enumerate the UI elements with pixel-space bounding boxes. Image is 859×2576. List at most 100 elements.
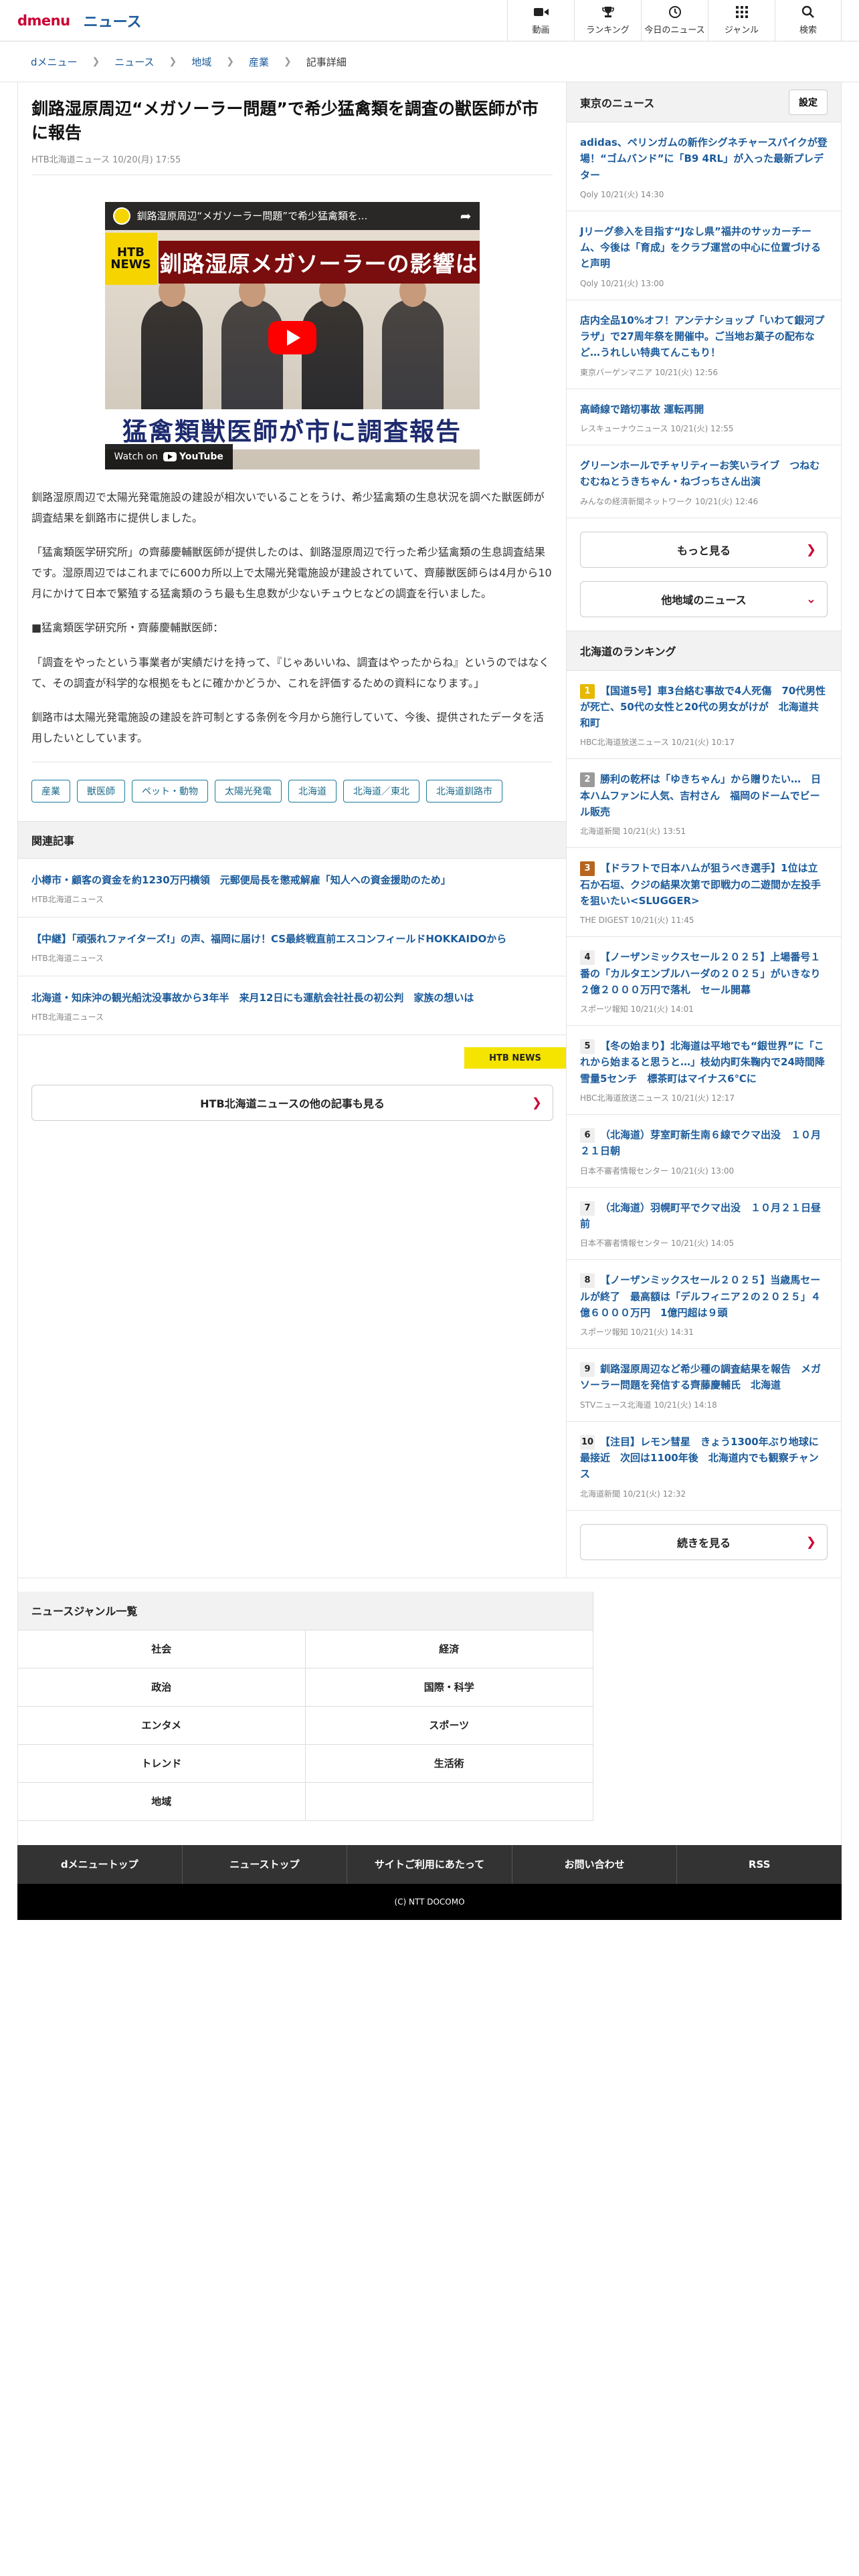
tag[interactable]: 北海道	[288, 780, 337, 803]
footer-news-top[interactable]: ニューストップ	[183, 1844, 348, 1884]
ranking-item-source: 日本不審者情報センター 10/21(火) 14:05	[580, 1239, 735, 1249]
more-tokyo-news-button[interactable]: もっと見る ❯	[580, 531, 828, 568]
genre-link-sports[interactable]: スポーツ	[305, 1707, 593, 1745]
ranking-item[interactable]: 2 勝利の乾杯は「ゆきちゃん」から贈りたい… 日本ハムファンに人気、吉村さん 福岡…	[567, 759, 841, 849]
watch-on-youtube[interactable]: Watch on YouTube	[104, 443, 233, 469]
side-news-title: 店内全品10%オフ！アンテナショップ「いわて銀河プラザ」で27周年祭を開催中。ご…	[580, 314, 825, 359]
tag[interactable]: 北海道／東北	[343, 780, 419, 803]
breadcrumb-current: 記事詳細	[306, 56, 347, 68]
genre-link-international[interactable]: 国際・科学	[305, 1669, 593, 1707]
genre-link-lifestyle[interactable]: 生活術	[305, 1745, 593, 1783]
breadcrumb-region[interactable]: 地域	[191, 55, 211, 69]
other-region-label: 他地域のニュース	[661, 593, 747, 607]
related-item[interactable]: 小樽市・顧客の資金を約1230万円横領 元郵便局長を懲戒解雇「知人への資金援助の…	[18, 859, 566, 918]
tag[interactable]: 太陽光発電	[215, 780, 282, 803]
share-icon[interactable]: ➦	[460, 208, 472, 224]
ranking-item[interactable]: 5 【冬の始まり】北海道は平地でも“銀世界”に「これから始まると思うと…」枝幼内町…	[567, 1026, 841, 1115]
nav-genre[interactable]: ジャンル	[708, 0, 775, 41]
breadcrumb-dmenu[interactable]: dメニュー	[31, 55, 78, 69]
breadcrumb-bar: dメニュー ❯ ニュース ❯ 地域 ❯ 産業 ❯ 記事詳細	[0, 41, 859, 82]
ranking-item[interactable]: 7 （北海道）羽幌町平でクマ出没 １０月２１日昼前 日本不審者情報センター 10/…	[567, 1188, 841, 1261]
genre-link-economy[interactable]: 経済	[305, 1630, 593, 1669]
rank-badge: 2	[580, 772, 595, 788]
ranking-item-source: STVニュース北海道 10/21(火) 14:18	[580, 1400, 717, 1410]
genre-section: ニュースジャンル一覧 社会 経済 政治 国際・科学 エンタメ スポーツ トレンド…	[17, 1577, 842, 1845]
tag[interactable]: 北海道釧路市	[426, 780, 502, 803]
trophy-icon	[601, 5, 615, 19]
video-title[interactable]: 釧路湿原周辺“メガソーラー問題”で希少猛禽類を...	[137, 209, 454, 223]
ranking-item-source: スポーツ報知 10/21(火) 14:31	[580, 1327, 694, 1337]
watch-on-label: Watch on	[114, 451, 158, 462]
ranking-item-title: 2 勝利の乾杯は「ゆきちゃん」から贈りたい… 日本ハムファンに人気、吉村さん 福岡…	[580, 771, 828, 820]
side-news-item[interactable]: グリーンホールでチャリティーお笑いライブ つねむむむねとうきちゃん・ねづっちさん…	[567, 445, 841, 518]
ranking-item[interactable]: 1 【国道5号】車3台絡む事故で4人死傷 70代男性が死亡、50代の女性と20代の…	[567, 671, 841, 760]
more-htb-articles-button[interactable]: HTB北海道ニュースの他の記事も見る ❯	[31, 1085, 553, 1121]
side-news-item[interactable]: Jリーグ参入を目指す“Jなし県”福井のサッカーチーム、今後は「育成」をクラブ運営…	[567, 211, 841, 300]
ranking-list: 1 【国道5号】車3台絡む事故で4人死傷 70代男性が死亡、50代の女性と20代の…	[567, 671, 841, 1511]
nav-ranking[interactable]: ランキング	[574, 0, 641, 41]
ranking-item[interactable]: 3 【ドラフトで日本ハムが狙うべき選手】1位は立石か石垣、クジの結果次第で即戦力の…	[567, 848, 841, 938]
related-title: 小樽市・顧客の資金を約1230万円横領 元郵便局長を懲戒解雇「知人への資金援助の…	[31, 874, 451, 887]
nav-today[interactable]: 今日のニュース	[641, 0, 708, 41]
other-region-news-button[interactable]: 他地域のニュース ⌄	[580, 580, 828, 617]
tag[interactable]: ペット・動物	[132, 780, 208, 803]
news-section-link[interactable]: ニュース	[84, 10, 142, 31]
article-paragraph: 「猛禽類医学研究所」の齊藤慶輔獣医師が提供したのは、釧路湿原周辺で行った希少猛禽…	[31, 545, 552, 601]
ranking-item-source: HBC北海道放送ニュース 10/21(火) 12:17	[580, 1093, 735, 1103]
genre-link-entertainment[interactable]: エンタメ	[18, 1706, 306, 1745]
ranking-item-source: THE DIGEST 10/21(火) 11:45	[580, 916, 694, 926]
youtube-label: YouTube	[179, 451, 223, 462]
footer-terms[interactable]: サイトご利用にあたって	[347, 1844, 512, 1884]
rank-badge: 6	[580, 1128, 595, 1144]
nav-search-label: 検索	[799, 25, 817, 35]
side-news-item[interactable]: 店内全品10%オフ！アンテナショップ「いわて銀河プラザ」で27周年祭を開催中。ご…	[567, 300, 841, 389]
ranking-item[interactable]: 4 【ノーザンミックスセール２０２５】上場番号１番の「カルタエンブルハーダの２０２…	[567, 937, 841, 1027]
copyright: (C) NTT DOCOMO	[17, 1883, 842, 1920]
footer-nav: dメニュートップ ニューストップ サイトご利用にあたって お問い合わせ RSS	[17, 1844, 842, 1884]
tokyo-news-title: 東京のニュース	[580, 96, 655, 110]
video-player[interactable]: 釧路湿原周辺“メガソーラー問題”で希少猛禽類を... ➦ HTB NEWS 釧路…	[104, 201, 480, 469]
side-news-item[interactable]: 高崎線で踏切事故 運転再開 レスキューナウニュース 10/21(火) 12:55	[567, 389, 841, 445]
genre-link-society[interactable]: 社会	[18, 1630, 306, 1669]
nav-search[interactable]: 検索	[775, 0, 842, 41]
footer-dmenu-top[interactable]: dメニュートップ	[17, 1844, 183, 1884]
play-button[interactable]	[268, 320, 316, 354]
related-item[interactable]: 【中継】「頑張れファイターズ!」の声、福岡に届け！CS最終戦直前エスコンフィール…	[18, 918, 566, 977]
tag[interactable]: 産業	[31, 780, 70, 803]
tag[interactable]: 獣医師	[77, 780, 125, 803]
ranking-item-text: 【注目】レモン彗星 きょう1300年ぶり地球に最接近 次回は1100年後 北海道…	[580, 1435, 819, 1481]
breadcrumb-news[interactable]: ニュース	[114, 55, 154, 69]
footer-rss[interactable]: RSS	[677, 1845, 842, 1884]
htb-news-logo: HTB NEWS	[464, 1047, 566, 1069]
ranking-item-title: 6 （北海道）芽室町新生南６線でクマ出没 １０月２１日朝	[580, 1127, 828, 1160]
ranking-item[interactable]: 9 釧路湿原周辺など希少種の調査結果を報告 メガソーラー問題を発信する齊藤慶輔氏 …	[567, 1349, 841, 1422]
side-news-source: レスキューナウニュース 10/21(火) 12:55	[580, 423, 734, 433]
ranking-item-text: （北海道）芽室町新生南６線でクマ出没 １０月２１日朝	[580, 1129, 822, 1158]
setting-button[interactable]: 設定	[789, 89, 828, 115]
related-item[interactable]: 北海道・知床沖の観光船沈没事故から3年半 来月12日にも運航会社社長の初公判 家…	[18, 976, 566, 1036]
genre-heading: ニュースジャンル一覧	[18, 1591, 593, 1630]
channel-avatar[interactable]	[112, 207, 130, 225]
side-news-item[interactable]: adidas、ペリンガムの新作シグネチャースパイクが登場！“ゴムバンド”に「B9…	[567, 122, 841, 211]
nav-video[interactable]: 動画	[507, 0, 574, 41]
person-figure	[381, 274, 444, 413]
article-meta: HTB北海道ニュース 10/20(月) 17:55	[31, 152, 553, 175]
footer-contact[interactable]: お問い合わせ	[512, 1844, 678, 1884]
more-ranking-button[interactable]: 続きを見る ❯	[580, 1523, 828, 1560]
rank-badge: 10	[580, 1434, 595, 1450]
article-paragraph: 「調査をやったという事業者が実績だけを持って、『じゃあいいね、調査はやったからね…	[31, 655, 550, 689]
genre-link-politics[interactable]: 政治	[18, 1668, 306, 1707]
ranking-item[interactable]: 8 【ノーザンミックスセール２０２５】当歳馬セールが終了 最高額は「デルフィニア２…	[567, 1260, 841, 1350]
dmenu-logo[interactable]: dmenu	[17, 13, 70, 29]
ranking-item[interactable]: 6 （北海道）芽室町新生南６線でクマ出没 １０月２１日朝 日本不審者情報センター …	[567, 1115, 841, 1188]
ranking-item-text: 【ドラフトで日本ハムが狙うべき選手】1位は立石か石垣、クジの結果次第で即戦力の二…	[580, 862, 822, 907]
related-list: 小樽市・顧客の資金を約1230万円横領 元郵便局長を懲戒解雇「知人への資金援助の…	[18, 859, 566, 1036]
chevron-right-icon: ❯	[531, 1095, 542, 1110]
grid-icon	[735, 5, 749, 19]
genre-link-region[interactable]: 地域	[18, 1782, 306, 1821]
ranking-item[interactable]: 10 【注目】レモン彗星 きょう1300年ぶり地球に最接近 次回は1100年後 北…	[567, 1422, 841, 1511]
genre-link-trend[interactable]: トレンド	[18, 1744, 306, 1783]
rank-badge: 9	[580, 1362, 595, 1378]
ranking-item-title: 4 【ノーザンミックスセール２０２５】上場番号１番の「カルタエンブルハーダの２０２…	[580, 949, 828, 998]
breadcrumb-industry[interactable]: 産業	[249, 55, 269, 69]
